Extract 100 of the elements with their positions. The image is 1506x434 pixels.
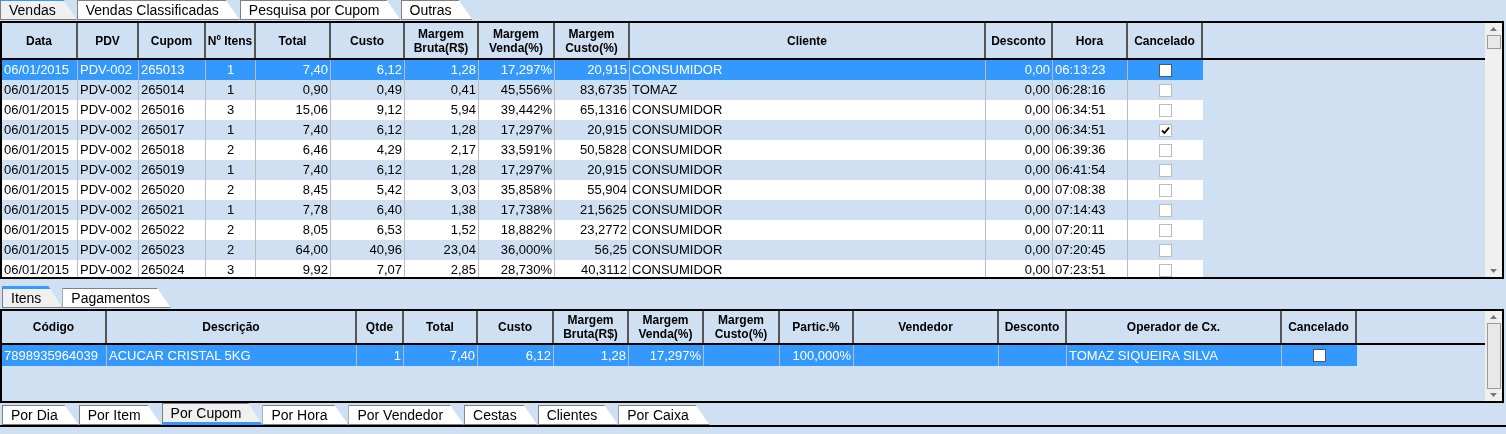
tab[interactable]: Pesquisa por Cupom xyxy=(239,0,401,20)
tab[interactable]: Por Caixa xyxy=(618,405,710,425)
table-cell-text: 1 xyxy=(226,201,235,220)
table-cell-text: 6,12 xyxy=(525,346,551,365)
table-cell-text: 2,85 xyxy=(450,261,476,277)
table-cell-text: 06:34:51 xyxy=(1055,121,1106,140)
table-cell-text: PDV-002 xyxy=(80,221,133,240)
scroll-up-icon[interactable] xyxy=(1490,315,1497,319)
table-cell-text: CONSUMIDOR xyxy=(632,161,723,180)
table-cell-text: 0,00 xyxy=(1024,161,1050,180)
table-cell-text: 06:13:23 xyxy=(1055,61,1106,80)
table-cell-text: 265017 xyxy=(141,121,185,140)
checkbox[interactable] xyxy=(1159,83,1172,97)
checkbox[interactable] xyxy=(1159,203,1172,217)
table-cell-text: 265021 xyxy=(141,201,185,220)
table-cell-text: 1 xyxy=(226,61,235,80)
scrollbar[interactable] xyxy=(1485,23,1502,277)
table-row[interactable]: 06/01/2015 PDV-002 265020 2 8,45 5,42 3,03 35,858% 55,904 CONSUMIDOR 0,00 07:08:38 xyxy=(2,180,1203,200)
table-cell-text: 17,297% xyxy=(500,61,552,80)
table-cell-text: 2 xyxy=(226,141,235,160)
table-cell-text: 0,00 xyxy=(1024,61,1050,80)
table-cell-text: 7898935964039 xyxy=(4,346,98,365)
table-cell-text: PDV-002 xyxy=(80,61,133,80)
table-cell-text: 06:41:54 xyxy=(1055,161,1106,180)
table-cell-text: 1 xyxy=(393,346,401,365)
table-cell-text: PDV-002 xyxy=(80,201,133,220)
tab[interactable]: Cestas xyxy=(464,405,538,425)
table-cell-text: 06:28:16 xyxy=(1055,81,1106,100)
table-cell-text: PDV-002 xyxy=(80,101,133,120)
scroll-thumb[interactable] xyxy=(1486,35,1501,49)
table-cell-text: 07:14:43 xyxy=(1055,201,1106,220)
tab[interactable]: Por Item xyxy=(78,405,162,425)
table-cell-text: 17,738% xyxy=(500,201,552,220)
table-cell-text: 0,00 xyxy=(1024,201,1050,220)
table-cell-text: PDV-002 xyxy=(80,161,133,180)
table-cell-text: 7,78 xyxy=(302,201,328,220)
scroll-down-icon[interactable] xyxy=(1490,269,1497,273)
checkbox[interactable] xyxy=(1159,163,1172,177)
table-cell-text: CONSUMIDOR xyxy=(632,101,723,120)
table-cell-text: 40,3112 xyxy=(580,261,627,277)
table-cell-text: 2 xyxy=(226,241,235,260)
table-cell-text: CONSUMIDOR xyxy=(632,141,723,160)
table-cell-text: 265020 xyxy=(141,181,185,200)
tab[interactable]: Por Vendedor xyxy=(348,405,465,425)
checkbox[interactable] xyxy=(1159,243,1172,257)
checkbox[interactable] xyxy=(1159,183,1172,197)
table-cell-text: 06/01/2015 xyxy=(4,81,70,100)
table-cell-text: 15,06 xyxy=(295,101,328,120)
table-row[interactable]: 06/01/2015 PDV-002 265024 3 9,92 7,07 2,85 28,730% 40,3112 CONSUMIDOR 0,00 07:23:51 xyxy=(2,260,1203,277)
table-cell-text: 0,00 xyxy=(1024,221,1050,240)
table-cell-text: 0,00 xyxy=(1024,121,1050,140)
table-cell-text: PDV-002 xyxy=(80,181,133,200)
checkbox[interactable] xyxy=(1159,103,1172,117)
table-cell-text: 06/01/2015 xyxy=(4,141,70,160)
table-cell-text: 56,25 xyxy=(594,241,627,260)
tab[interactable]: Itens xyxy=(2,286,63,308)
tab[interactable]: Clientes xyxy=(537,405,619,425)
table-cell-text: 64,00 xyxy=(295,241,328,260)
checkbox[interactable] xyxy=(1159,143,1172,157)
table-cell-text: 07:08:38 xyxy=(1055,181,1106,200)
column-header[interactable]: Nº Itens xyxy=(206,23,256,58)
tab[interactable]: Por Cupom xyxy=(161,403,263,425)
table-row[interactable]: 06/01/2015 PDV-002 265016 3 15,06 9,12 5,94 39,442% 65,1316 CONSUMIDOR 0,00 06:34:51 xyxy=(2,100,1203,120)
table-row[interactable]: 06/01/2015 PDV-002 265018 2 6,46 4,29 2,17 33,591% 50,5828 CONSUMIDOR 0,00 06:39:36 xyxy=(2,140,1203,160)
tab[interactable]: Por Dia xyxy=(2,405,79,425)
table-cell-text: 1,28 xyxy=(600,346,626,365)
table-cell-text: 0,90 xyxy=(302,81,328,100)
table-cell-text: PDV-002 xyxy=(80,241,133,260)
checkbox[interactable] xyxy=(1159,223,1172,237)
table-cell-text: 6,12 xyxy=(376,121,402,140)
table-cell-text: 7,40 xyxy=(302,161,328,180)
checkbox[interactable] xyxy=(1159,263,1172,277)
tab[interactable]: Por Hora xyxy=(262,405,349,425)
table-cell-text: 1,52 xyxy=(450,221,476,240)
checkbox[interactable] xyxy=(1313,349,1326,362)
table-cell-text: 07:20:11 xyxy=(1055,221,1105,240)
table-cell-text: 23,04 xyxy=(443,241,476,260)
table-cell-text: 265024 xyxy=(141,261,185,277)
table-cell-text: 265019 xyxy=(141,161,185,180)
scroll-down-icon[interactable] xyxy=(1490,393,1497,397)
checkbox[interactable] xyxy=(1159,63,1172,77)
table-cell-text: 2 xyxy=(226,181,235,200)
tab[interactable]: Vendas Classificadas xyxy=(76,0,240,20)
tab[interactable]: Vendas xyxy=(0,0,77,20)
table-cell-text: 7,40 xyxy=(302,61,328,80)
table-cell-text: 20,915 xyxy=(587,121,627,140)
table-cell-text: 5,42 xyxy=(376,181,402,200)
tab[interactable]: Outras xyxy=(400,0,473,20)
tab[interactable]: Pagamentos xyxy=(62,288,171,308)
table-cell-text: 06/01/2015 xyxy=(4,181,70,200)
table-cell-text: CONSUMIDOR xyxy=(632,241,723,260)
checkbox[interactable] xyxy=(1159,123,1172,137)
table-cell-text: 0,00 xyxy=(1024,181,1050,200)
scroll-up-icon[interactable] xyxy=(1490,27,1497,31)
table-cell-text: 0,00 xyxy=(1024,241,1050,260)
scrollbar[interactable] xyxy=(1485,311,1502,401)
table-cell-text: 06/01/2015 xyxy=(4,121,70,140)
table-row[interactable]: 06/01/2015 PDV-002 265022 2 8,05 6,53 1,52 18,882% 23,2772 CONSUMIDOR 0,00 07:20:11 xyxy=(2,220,1203,240)
table-cell-text: 7,07 xyxy=(376,261,402,277)
scroll-thumb[interactable] xyxy=(1486,323,1501,389)
